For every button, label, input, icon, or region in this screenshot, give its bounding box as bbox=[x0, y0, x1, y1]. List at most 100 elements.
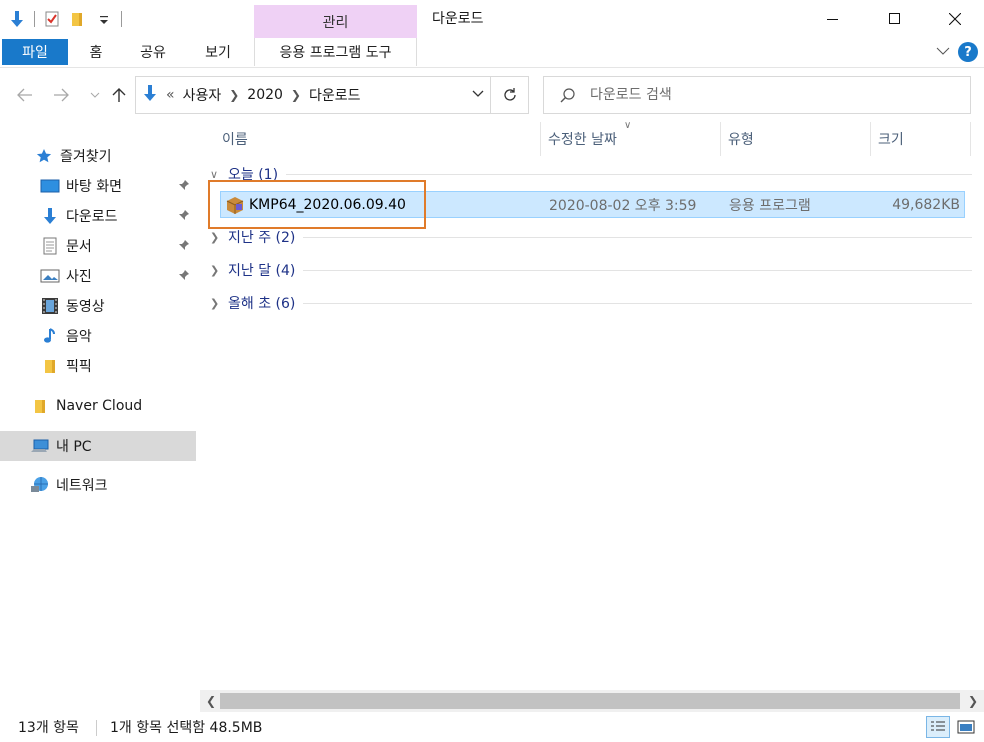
chevron-down-icon bbox=[90, 92, 100, 98]
address-bar[interactable]: « 사용자 ❯ 2020 ❯ 다운로드 bbox=[135, 76, 529, 114]
sidebar-item-label: 내 PC bbox=[56, 439, 92, 455]
scroll-right-icon[interactable]: ❯ bbox=[964, 693, 982, 709]
chevron-right-icon: ❯ bbox=[210, 230, 220, 244]
group-label: 지난 주 (2) bbox=[228, 230, 296, 246]
file-size: 49,682KB bbox=[892, 196, 960, 213]
sidebar-item-desktop[interactable]: 바탕 화면 bbox=[0, 171, 196, 201]
breadcrumb-2020[interactable]: 2020 bbox=[247, 87, 283, 103]
tab-share[interactable]: 공유 bbox=[133, 38, 173, 66]
star-icon bbox=[34, 146, 54, 166]
desktop-icon bbox=[40, 176, 60, 196]
title-bar: 관리 다운로드 bbox=[0, 0, 984, 38]
item-count: 13개 항목 bbox=[18, 720, 79, 736]
pin-icon[interactable] bbox=[178, 239, 190, 255]
expand-ribbon-chevron-icon[interactable] bbox=[936, 44, 950, 60]
pin-icon[interactable] bbox=[178, 209, 190, 225]
forward-arrow-icon bbox=[54, 88, 69, 102]
toolbar-divider bbox=[34, 11, 35, 27]
refresh-icon bbox=[503, 88, 516, 101]
group-header-earlier-this-year[interactable]: ❯ 올해 초 (6) bbox=[210, 292, 972, 314]
chevron-right-icon[interactable]: ❯ bbox=[229, 88, 239, 102]
horizontal-scrollbar[interactable]: ❮ ❯ bbox=[200, 690, 984, 712]
tab-application-tools[interactable]: 응용 프로그램 도구 bbox=[254, 38, 417, 66]
group-label: 지난 달 (4) bbox=[228, 263, 296, 279]
search-box[interactable] bbox=[543, 76, 971, 114]
help-icon[interactable]: ? bbox=[958, 42, 978, 62]
column-header-size[interactable]: 크기 bbox=[870, 122, 970, 156]
column-header-name[interactable]: 이름 bbox=[214, 122, 540, 156]
column-header-date[interactable]: 수정한 날짜 ∨ bbox=[540, 120, 720, 156]
forward-button[interactable] bbox=[50, 84, 72, 106]
download-location-icon bbox=[142, 84, 158, 106]
back-button[interactable] bbox=[14, 84, 36, 106]
tab-view[interactable]: 보기 bbox=[196, 38, 240, 66]
chevron-down-icon: ∨ bbox=[210, 167, 219, 181]
sidebar-item-pictures[interactable]: 사진 bbox=[0, 261, 196, 291]
navigation-pane: 즐겨찾기 바탕 화면 다운로드 문서 사진 동영상 음악 픽픽 Naver Cl… bbox=[0, 140, 198, 690]
sidebar-item-label: 문서 bbox=[66, 239, 92, 255]
sort-chevron-icon: ∨ bbox=[624, 120, 632, 131]
close-button[interactable] bbox=[930, 0, 980, 38]
breadcrumb-users[interactable]: 사용자 bbox=[183, 85, 222, 105]
up-arrow-icon bbox=[112, 88, 126, 102]
window-title: 다운로드 bbox=[432, 11, 484, 27]
address-history-dropdown-icon[interactable] bbox=[472, 86, 484, 102]
details-view-icon bbox=[931, 721, 945, 731]
sidebar-item-picpick[interactable]: 픽픽 bbox=[0, 351, 196, 381]
sidebar-item-videos[interactable]: 동영상 bbox=[0, 291, 196, 321]
sidebar-item-label: Naver Cloud bbox=[56, 398, 143, 414]
back-arrow-icon bbox=[17, 88, 32, 102]
folder-icon bbox=[40, 356, 60, 376]
tab-home[interactable]: 홈 bbox=[78, 38, 114, 66]
customize-toolbar-dropdown-icon[interactable] bbox=[95, 10, 113, 28]
chevron-right-icon[interactable]: ❯ bbox=[291, 88, 301, 102]
up-button[interactable] bbox=[108, 84, 130, 106]
column-divider[interactable] bbox=[970, 122, 971, 156]
picture-icon bbox=[40, 266, 60, 286]
status-bar: 13개 항목 1개 항목 선택함 48.5MB bbox=[0, 712, 984, 742]
sidebar-item-label: 픽픽 bbox=[66, 359, 92, 375]
new-folder-icon[interactable] bbox=[69, 10, 87, 28]
group-divider bbox=[303, 302, 972, 304]
scrollbar-thumb[interactable] bbox=[220, 693, 960, 709]
properties-icon[interactable] bbox=[43, 10, 61, 28]
refresh-button[interactable] bbox=[490, 77, 528, 113]
sidebar-item-label: 다운로드 bbox=[66, 209, 118, 225]
large-icons-view-icon bbox=[957, 720, 975, 734]
sidebar-item-this-pc[interactable]: 내 PC bbox=[0, 431, 196, 461]
search-input[interactable] bbox=[590, 87, 930, 103]
breadcrumb-overflow[interactable]: « bbox=[166, 87, 175, 103]
selection-info: 1개 항목 선택함 48.5MB bbox=[110, 720, 263, 736]
group-divider bbox=[303, 269, 972, 271]
download-icon bbox=[40, 206, 60, 226]
scroll-left-icon[interactable]: ❮ bbox=[202, 693, 220, 709]
large-icons-view-button[interactable] bbox=[954, 716, 978, 738]
tab-file[interactable]: 파일 bbox=[2, 39, 68, 65]
breadcrumb-downloads[interactable]: 다운로드 bbox=[309, 85, 361, 105]
column-header-type[interactable]: 유형 bbox=[720, 122, 870, 156]
minimize-button[interactable] bbox=[808, 0, 858, 38]
column-header-date-label: 수정한 날짜 bbox=[548, 132, 617, 148]
download-arrow-icon[interactable] bbox=[8, 10, 26, 28]
sidebar-item-naver-cloud[interactable]: Naver Cloud bbox=[0, 391, 196, 421]
maximize-icon bbox=[889, 13, 900, 24]
recent-locations-button[interactable] bbox=[84, 84, 106, 106]
maximize-button[interactable] bbox=[870, 0, 920, 38]
pin-icon[interactable] bbox=[178, 179, 190, 195]
details-view-button[interactable] bbox=[926, 716, 950, 738]
sidebar-item-network[interactable]: 네트워크 bbox=[0, 470, 196, 500]
group-header-last-week[interactable]: ❯ 지난 주 (2) bbox=[210, 226, 972, 248]
sidebar-item-music[interactable]: 음악 bbox=[0, 321, 196, 351]
file-date: 2020-08-02 오후 3:59 bbox=[549, 197, 697, 214]
folder-icon bbox=[30, 396, 50, 416]
group-header-last-month[interactable]: ❯ 지난 달 (4) bbox=[210, 259, 972, 281]
ribbon-controls: ? bbox=[936, 42, 978, 62]
sidebar-item-label: 바탕 화면 bbox=[66, 179, 122, 195]
network-icon bbox=[30, 475, 50, 495]
highlight-annotation bbox=[208, 180, 426, 229]
sidebar-item-documents[interactable]: 문서 bbox=[0, 231, 196, 261]
sidebar-item-quick-access[interactable]: 즐겨찾기 bbox=[0, 141, 196, 171]
sidebar-item-downloads[interactable]: 다운로드 bbox=[0, 201, 196, 231]
group-divider bbox=[303, 236, 972, 238]
pin-icon[interactable] bbox=[178, 269, 190, 285]
